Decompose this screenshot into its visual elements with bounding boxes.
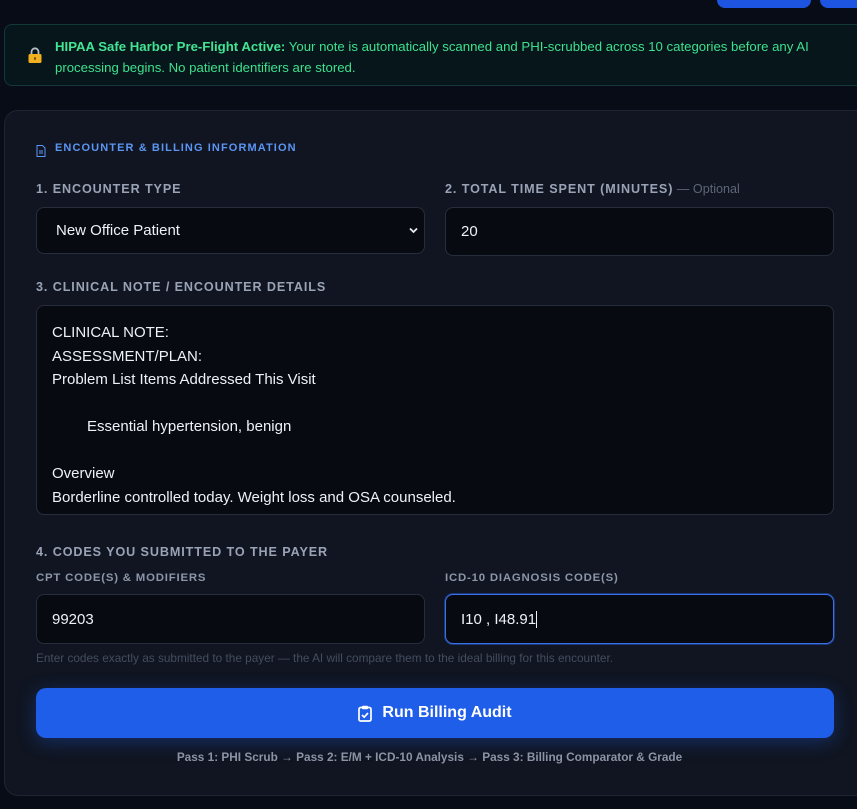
chevron-down-icon [409, 227, 418, 234]
note-line: Essential hypertension, benign [87, 418, 292, 435]
encounter-type-label: 1. ENCOUNTER TYPE [36, 182, 182, 196]
encounter-card: ENCOUNTER & BILLING INFORMATION 1. ENCOU… [4, 110, 857, 796]
encounter-type-select[interactable]: New Office Patient [36, 207, 425, 254]
document-icon [36, 145, 46, 157]
note-line [52, 439, 818, 463]
cpt-label: CPT CODE(S) & MODIFIERS [36, 572, 207, 584]
note-line: ASSESSMENT/PLAN: [52, 347, 203, 365]
clipboard-check-icon [358, 705, 373, 722]
clinical-note-label: 3. CLINICAL NOTE / ENCOUNTER DETAILS [36, 280, 327, 294]
total-time-value: 20 [461, 223, 478, 240]
total-time-input[interactable]: 20 [445, 207, 834, 256]
icd-label: ICD-10 DIAGNOSIS CODE(S) [445, 572, 619, 584]
note-line: Overview [52, 465, 115, 482]
icd-value: I10 , I48.91 [461, 610, 537, 628]
section-title: ENCOUNTER & BILLING INFORMATION [55, 142, 297, 154]
run-button-label: Run Billing Audit [382, 704, 512, 721]
note-line [52, 392, 818, 416]
icd-input[interactable]: I10 , I48.91 [445, 594, 834, 644]
clinical-note-textarea[interactable]: CLINICAL NOTE: ASSESSMENT/PLAN: Problem … [36, 305, 834, 515]
hipaa-banner: HIPAA Safe Harbor Pre-Flight Active: You… [4, 24, 857, 86]
pipeline-steps: Pass 1: PHI Scrub → Pass 2: E/M + ICD-10… [176, 750, 683, 764]
total-time-label: 2. TOTAL TIME SPENT (MINUTES) — Optional [445, 182, 740, 196]
codes-label: 4. CODES YOU SUBMITTED TO THE PAYER [36, 545, 329, 559]
banner-title: HIPAA Safe Harbor Pre-Flight Active: [55, 39, 286, 54]
cpt-value: 99203 [52, 610, 94, 628]
run-billing-audit-button[interactable]: Run Billing Audit [36, 688, 834, 738]
codes-hint: Enter codes exactly as submitted to the … [36, 651, 614, 665]
top-action-button[interactable] [717, 0, 811, 8]
lock-icon [28, 47, 42, 63]
total-time-label-text: 2. TOTAL TIME SPENT (MINUTES) [445, 182, 674, 196]
note-line: Borderline controlled today. Weight loss… [52, 488, 456, 506]
note-line: CLINICAL NOTE: [52, 324, 169, 341]
optional-tag: — Optional [673, 182, 740, 196]
cpt-input[interactable]: 99203 [36, 594, 425, 644]
note-line: Problem List Items Addressed This Visit [52, 371, 316, 388]
top-action-button-2[interactable] [820, 0, 857, 8]
text-cursor [536, 610, 538, 628]
encounter-type-value: New Office Patient [56, 222, 180, 239]
